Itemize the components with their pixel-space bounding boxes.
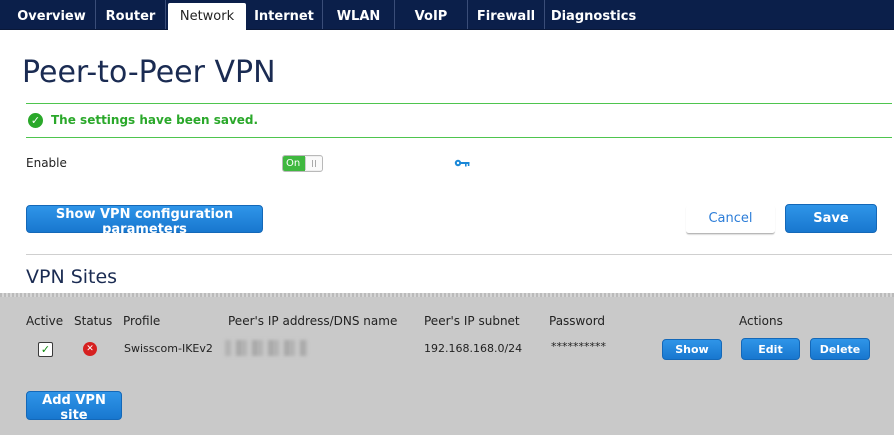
tab-overview[interactable]: Overview <box>8 0 96 29</box>
edit-button[interactable]: Edit <box>741 338 800 360</box>
message-divider-bottom <box>26 137 892 138</box>
save-button[interactable]: Save <box>785 204 877 233</box>
show-vpn-config-button[interactable]: Show VPN configuration parameters <box>26 205 263 237</box>
column-header-peer-ip: Peer's IP address/DNS name <box>228 314 398 328</box>
toggle-knob <box>305 157 322 170</box>
cancel-button[interactable]: Cancel <box>686 205 775 234</box>
page-title: Peer-to-Peer VPN <box>22 55 276 90</box>
section-divider <box>26 254 892 255</box>
tab-diagnostics[interactable]: Diagnostics <box>545 0 642 29</box>
show-password-button[interactable]: Show <box>662 339 722 360</box>
tab-network[interactable]: Network <box>168 3 246 30</box>
peer-subnet-cell: 192.168.168.0/24 <box>424 342 523 355</box>
tab-wlan[interactable]: WLAN <box>323 0 395 29</box>
tab-firewall[interactable]: Firewall <box>468 0 545 29</box>
password-cell: ********** <box>551 340 606 353</box>
profile-cell: Swisscom-IKEv2 <box>124 342 213 355</box>
tab-router[interactable]: Router <box>96 0 166 29</box>
column-header-actions: Actions <box>739 314 783 328</box>
column-header-active: Active <box>26 314 64 328</box>
check-circle-icon: ✓ <box>28 113 43 128</box>
delete-button[interactable]: Delete <box>810 338 870 360</box>
vpn-sites-panel: Active Status Profile Peer's IP address/… <box>0 293 894 435</box>
saved-message: The settings have been saved. <box>51 113 259 127</box>
main-navigation: Overview Router Network Internet WLAN Vo… <box>0 0 894 30</box>
error-x-icon: ✕ <box>83 342 97 356</box>
column-header-peer-subnet: Peer's IP subnet <box>424 314 520 328</box>
add-vpn-site-button[interactable]: Add VPN site <box>26 391 122 423</box>
toggle-on-label: On <box>283 156 305 171</box>
active-checkbox[interactable]: ✓ <box>38 342 53 357</box>
column-header-status: Status <box>74 314 113 328</box>
redacted-peer-ip <box>225 340 307 356</box>
column-header-profile: Profile <box>123 314 161 328</box>
enable-toggle[interactable]: On <box>282 155 323 172</box>
tab-voip[interactable]: VoIP <box>395 0 468 29</box>
column-header-password: Password <box>549 314 606 328</box>
message-divider-top <box>26 103 892 104</box>
key-icon[interactable] <box>454 158 470 168</box>
vpn-sites-title: VPN Sites <box>26 266 118 288</box>
tab-internet[interactable]: Internet <box>246 0 323 29</box>
enable-label: Enable <box>26 156 67 170</box>
